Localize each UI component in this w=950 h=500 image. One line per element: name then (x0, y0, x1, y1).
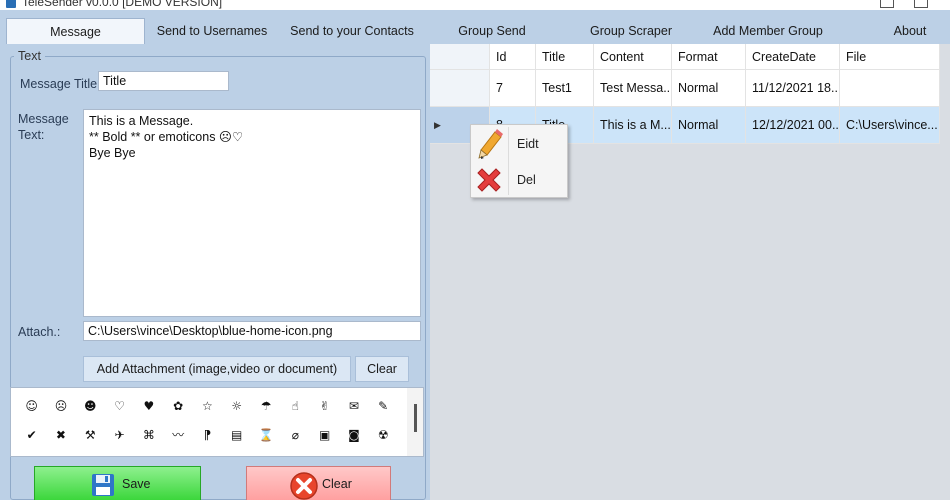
message-title-label: Message Title: (20, 77, 101, 91)
emoji-button[interactable]: ✿ (163, 392, 192, 421)
clear-x-icon (290, 472, 318, 500)
cell-id[interactable]: 7 (490, 70, 536, 107)
tab-about[interactable]: About (880, 18, 940, 44)
context-delete-item[interactable]: Del (471, 162, 567, 198)
tab-send-to-usernames[interactable]: Send to Usernames (152, 18, 272, 44)
emoji-button[interactable]: ✎ (369, 392, 398, 421)
delete-x-icon (477, 168, 501, 192)
grid-header-id[interactable]: Id (490, 44, 536, 70)
message-line-2: ** Bold ** or emoticons ☹♡ (89, 130, 244, 144)
emoji-button[interactable]: ⌀ (281, 421, 310, 450)
grid-header-title[interactable]: Title (536, 44, 594, 70)
clear-button-label: Clear (322, 477, 352, 491)
clear-attachment-button[interactable]: Clear (355, 356, 409, 382)
emoji-scroll-thumb[interactable] (414, 404, 417, 432)
message-editor-panel: Text Message Title: Title Message Text: … (0, 44, 430, 500)
tab-group-scraper[interactable]: Group Scraper (580, 18, 682, 44)
cell-content[interactable]: Test Messa... (594, 70, 672, 107)
attachment-path-input[interactable]: C:\Users\vince\Desktop\blue-home-icon.pn… (83, 321, 421, 341)
pencil-icon (478, 129, 503, 159)
save-button-label: Save (122, 477, 151, 491)
cell-file[interactable] (840, 70, 940, 107)
tab-strip: Message Send to Usernames Send to your C… (0, 10, 950, 44)
context-delete-label: Del (517, 173, 536, 187)
message-text-label: Message Text: (18, 112, 69, 142)
emoji-button[interactable]: ✌ (310, 392, 339, 421)
app-icon (6, 0, 16, 8)
emoji-button[interactable]: ☝ (281, 392, 310, 421)
tab-add-member-group[interactable]: Add Member Group (705, 18, 831, 44)
title-bar: TeleSender v0.0.0 [DEMO VERSION] (0, 0, 950, 10)
cell-content[interactable]: This is a M... (594, 107, 672, 144)
messages-grid-panel: Id Title Content Format CreateDate File … (430, 44, 950, 500)
tab-send-to-contacts[interactable]: Send to your Contacts (282, 18, 422, 44)
row-context-menu: Eidt Del (470, 124, 568, 198)
emoji-button[interactable]: ♡ (105, 392, 134, 421)
emoji-button[interactable]: ☻ (76, 392, 105, 421)
tab-group-send[interactable]: Group Send (446, 18, 538, 44)
text-group-label: Text (14, 49, 45, 63)
grid-header-file[interactable]: File (840, 44, 940, 70)
emoji-button[interactable]: ✖ (46, 421, 75, 450)
save-button[interactable]: Save (34, 466, 201, 500)
grid-header-createdate[interactable]: CreateDate (746, 44, 840, 70)
emoji-button[interactable]: ✈ (105, 421, 134, 450)
cell-title[interactable]: Test1 (536, 70, 594, 107)
emoji-button[interactable]: ⁋ (193, 421, 222, 450)
emoji-button[interactable]: ☹ (46, 392, 75, 421)
emoji-button[interactable]: ☂ (251, 392, 280, 421)
grid-header-row: Id Title Content Format CreateDate File (430, 44, 940, 70)
emoji-button[interactable]: ✉ (339, 392, 368, 421)
emoji-button[interactable]: ☆ (193, 392, 222, 421)
add-attachment-button[interactable]: Add Attachment (image,video or document) (83, 356, 351, 382)
message-text-area[interactable]: This is a Message. ** Bold ** or emotico… (83, 109, 421, 317)
table-row[interactable]: 7 Test1 Test Messa... Normal 11/12/2021 … (430, 70, 940, 107)
emoji-button[interactable]: ☼ (222, 392, 251, 421)
maximize-button[interactable] (914, 0, 928, 8)
emoji-button[interactable]: ⌛ (251, 421, 280, 450)
emoji-button[interactable]: ♥ (134, 392, 163, 421)
row-selector[interactable] (430, 70, 490, 107)
message-title-input[interactable]: Title (98, 71, 229, 91)
grid-corner-cell (430, 44, 490, 70)
tab-message[interactable]: Message (6, 18, 145, 44)
emoji-button[interactable]: ▤ (222, 421, 251, 450)
cell-createdate[interactable]: 12/12/2021 00... (746, 107, 840, 144)
window-title: TeleSender v0.0.0 [DEMO VERSION] (22, 0, 223, 9)
message-line-3: Bye Bye (89, 146, 136, 160)
context-edit-item[interactable]: Eidt (471, 126, 567, 162)
context-edit-label: Eidt (517, 137, 539, 151)
emoji-button[interactable]: ▣ (310, 421, 339, 450)
emoji-scrollbar[interactable] (407, 388, 423, 456)
current-row-arrow-icon: ▶ (434, 119, 441, 130)
emoji-button[interactable]: ☺ (17, 392, 46, 421)
emoji-button[interactable]: ☢ (369, 421, 398, 450)
cell-format[interactable]: Normal (672, 70, 746, 107)
attach-label: Attach.: (18, 325, 61, 339)
emoji-button[interactable]: ⚒ (76, 421, 105, 450)
grid-header-content[interactable]: Content (594, 44, 672, 70)
emoji-button[interactable]: 〰 (163, 421, 192, 450)
minimize-button[interactable] (880, 0, 894, 8)
cell-file[interactable]: C:\Users\vince... (840, 107, 940, 144)
emoji-palette: ☺ ☹ ☻ ♡ ♥ ✿ ☆ ☼ ☂ ☝ ✌ ✉ ✎ ✔ ✖ ⚒ ✈ ⌘ 〰 ⁋ ▤ ⌛ ⌀ ▣ ◙ ☢ (10, 387, 424, 457)
message-line-1: This is a Message. (89, 114, 194, 128)
clear-form-button[interactable]: Clear (246, 466, 391, 500)
emoji-grid: ☺ ☹ ☻ ♡ ♥ ✿ ☆ ☼ ☂ ☝ ✌ ✉ ✎ ✔ ✖ ⚒ ✈ ⌘ 〰 ⁋ ▤ ⌛ ⌀ ▣ ◙ ☢ (17, 392, 397, 450)
emoji-button[interactable]: ✔ (17, 421, 46, 450)
cell-format[interactable]: Normal (672, 107, 746, 144)
emoji-button[interactable]: ⌘ (134, 421, 163, 450)
emoji-button[interactable]: ◙ (339, 421, 368, 450)
floppy-disk-icon (92, 474, 114, 496)
grid-header-format[interactable]: Format (672, 44, 746, 70)
cell-createdate[interactable]: 11/12/2021 18... (746, 70, 840, 107)
